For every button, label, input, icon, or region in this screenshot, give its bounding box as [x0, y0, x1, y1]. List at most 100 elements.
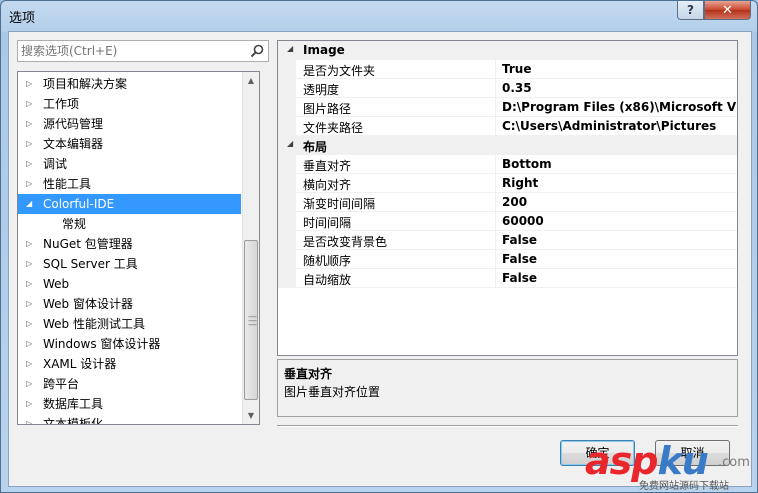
tree-item[interactable]: ▷ 项目和解决方案 — [18, 74, 241, 94]
property-row[interactable]: 渐变时间间隔 200 — [278, 193, 737, 212]
search-icon[interactable] — [249, 43, 265, 59]
property-category[interactable]: ◢ 布局 — [278, 136, 737, 155]
property-value[interactable]: Right — [502, 176, 538, 190]
tree-item-label: SQL Server 工具 — [43, 257, 138, 271]
column-separator[interactable] — [495, 212, 496, 231]
tree-item[interactable]: ▷ 调试 — [18, 154, 241, 174]
dialog-divider — [277, 425, 738, 427]
tree-item[interactable]: ▷ Web — [18, 274, 241, 294]
property-row[interactable]: 是否改变背景色 False — [278, 231, 737, 250]
property-value[interactable]: 0.35 — [502, 81, 532, 95]
property-value[interactable]: True — [502, 62, 531, 76]
tree-item[interactable]: ▷ 性能工具 — [18, 174, 241, 194]
property-row[interactable]: 随机顺序 False — [278, 250, 737, 269]
tree-item[interactable]: ▷ 跨平台 — [18, 374, 241, 394]
scroll-up-arrow-icon[interactable]: ▲ — [243, 72, 259, 89]
property-value[interactable]: False — [502, 271, 537, 285]
column-separator[interactable] — [495, 269, 496, 288]
tree-item-label: Colorful-IDE — [43, 197, 115, 211]
property-row[interactable]: 图片路径 D:\Program Files (x86)\Microsoft Vis… — [278, 98, 737, 117]
column-separator[interactable] — [495, 117, 496, 136]
property-row[interactable]: 是否为文件夹 True — [278, 60, 737, 79]
tree-item[interactable]: ▷ SQL Server 工具 — [18, 254, 241, 274]
tree-item-label: 项目和解决方案 — [43, 77, 128, 91]
tree-item[interactable]: ▷ XAML 设计器 — [18, 354, 241, 374]
scrollbar-thumb[interactable]: — — — — [244, 240, 258, 400]
watermark-domain: .com — [718, 455, 750, 470]
tree-item[interactable]: ▷ 数据库工具 — [18, 394, 241, 414]
category-name: Image — [303, 43, 345, 57]
collapsed-arrow-icon[interactable]: ▷ — [26, 414, 36, 424]
column-separator[interactable] — [495, 193, 496, 212]
collapsed-arrow-icon[interactable]: ▷ — [26, 134, 36, 154]
tree-scrollbar[interactable]: ▲ — — — ▼ — [242, 72, 259, 424]
title-bar[interactable]: 选项 ? ✕ — [1, 1, 757, 31]
tree-item[interactable]: 常规 — [18, 214, 241, 234]
row-gutter — [278, 231, 296, 250]
tree-item-label: 文本模板化 — [43, 417, 104, 425]
property-row[interactable]: 横向对齐 Right — [278, 174, 737, 193]
tree-item[interactable]: ◢ Colorful-IDE — [18, 194, 241, 214]
property-value[interactable]: False — [502, 233, 537, 247]
property-row[interactable]: 文件夹路径 C:\Users\Administrator\Pictures — [278, 117, 737, 136]
collapsed-arrow-icon[interactable]: ▷ — [26, 394, 36, 414]
collapsed-arrow-icon[interactable]: ▷ — [26, 354, 36, 374]
description-title: 垂直对齐 — [284, 367, 333, 381]
property-name: 渐变时间间隔 — [303, 197, 376, 211]
tree-item[interactable]: ▷ Web 窗体设计器 — [18, 294, 241, 314]
collapsed-arrow-icon[interactable]: ▷ — [26, 174, 36, 194]
collapsed-arrow-icon[interactable]: ▷ — [26, 154, 36, 174]
search-box[interactable] — [17, 40, 269, 62]
collapsed-arrow-icon[interactable]: ▷ — [26, 114, 36, 134]
help-button[interactable]: ? — [677, 1, 704, 20]
watermark-subtitle: 免费网站源码下载站 — [639, 481, 729, 492]
collapsed-arrow-icon[interactable]: ▷ — [26, 334, 36, 354]
tree-item[interactable]: ▷ Web 性能测试工具 — [18, 314, 241, 334]
property-row[interactable]: 时间间隔 60000 — [278, 212, 737, 231]
tree-item[interactable]: ▷ Windows 窗体设计器 — [18, 334, 241, 354]
column-separator[interactable] — [495, 174, 496, 193]
row-gutter — [278, 155, 296, 174]
column-separator[interactable] — [495, 98, 496, 117]
collapsed-arrow-icon[interactable]: ▷ — [26, 274, 36, 294]
collapse-category-icon[interactable]: ◢ — [287, 139, 293, 148]
property-value[interactable]: Bottom — [502, 157, 552, 171]
collapse-category-icon[interactable]: ◢ — [287, 44, 293, 53]
scroll-down-arrow-icon[interactable]: ▼ — [243, 407, 259, 424]
column-separator[interactable] — [495, 231, 496, 250]
row-gutter — [278, 269, 296, 288]
property-value[interactable]: D:\Program Files (x86)\Microsoft Visu — [502, 100, 737, 114]
collapsed-arrow-icon[interactable]: ▷ — [26, 314, 36, 334]
property-row[interactable]: 透明度 0.35 — [278, 79, 737, 98]
collapsed-arrow-icon[interactable]: ▷ — [26, 234, 36, 254]
collapsed-arrow-icon[interactable]: ▷ — [26, 74, 36, 94]
tree-item[interactable]: ▷ NuGet 包管理器 — [18, 234, 241, 254]
property-row[interactable]: 自动缩放 False — [278, 269, 737, 288]
property-row[interactable]: 垂直对齐 Bottom — [278, 155, 737, 174]
tree-item[interactable]: ▷ 工作项 — [18, 94, 241, 114]
row-gutter — [278, 212, 296, 231]
close-button[interactable]: ✕ — [704, 1, 751, 20]
tree-item-label: Windows 窗体设计器 — [43, 337, 161, 351]
column-separator[interactable] — [495, 79, 496, 98]
collapsed-arrow-icon[interactable]: ▷ — [26, 254, 36, 274]
row-gutter — [278, 117, 296, 136]
property-name: 时间间隔 — [303, 216, 352, 230]
property-value[interactable]: 60000 — [502, 214, 544, 228]
collapsed-arrow-icon[interactable]: ▷ — [26, 374, 36, 394]
search-input[interactable] — [21, 43, 241, 59]
tree-item[interactable]: ▷ 文本编辑器 — [18, 134, 241, 154]
collapsed-arrow-icon[interactable]: ▷ — [26, 94, 36, 114]
tree-item-label: 工作项 — [43, 97, 80, 111]
property-value[interactable]: False — [502, 252, 537, 266]
property-value[interactable]: C:\Users\Administrator\Pictures — [502, 119, 716, 133]
tree-item[interactable]: ▷ 文本模板化 — [18, 414, 241, 425]
property-category[interactable]: ◢ Image — [278, 41, 737, 60]
expanded-arrow-icon[interactable]: ◢ — [26, 194, 36, 214]
column-separator[interactable] — [495, 155, 496, 174]
column-separator[interactable] — [495, 250, 496, 269]
property-value[interactable]: 200 — [502, 195, 527, 209]
collapsed-arrow-icon[interactable]: ▷ — [26, 294, 36, 314]
tree-item[interactable]: ▷ 源代码管理 — [18, 114, 241, 134]
column-separator[interactable] — [495, 60, 496, 79]
